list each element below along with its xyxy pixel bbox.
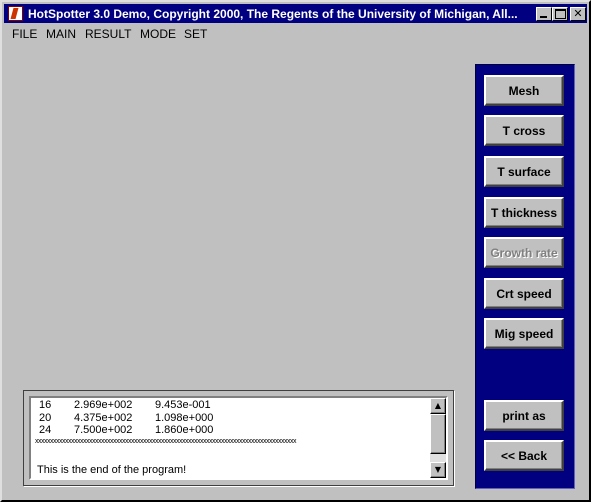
output-cell: 4.375e+002 <box>74 411 133 424</box>
output-cell: 9.453e-001 <box>155 399 211 411</box>
scroll-up-button[interactable]: ▲ <box>430 398 446 414</box>
print-as-button[interactable]: print as <box>484 400 564 431</box>
output-row: 24 7.500e+002 1.860e+000 <box>35 424 425 437</box>
output-cell: 1.860e+000 <box>155 424 214 436</box>
title-bar[interactable]: HotSpotter 3.0 Demo, Copyright 2000, The… <box>4 4 587 23</box>
menu-mode[interactable]: MODE <box>140 27 176 41</box>
growth-rate-button[interactable]: Growth rate <box>484 237 564 268</box>
output-scrollbar[interactable]: ▲ ▼ <box>430 398 446 478</box>
output-row: 16 2.969e+002 9.453e-001 <box>35 399 425 412</box>
output-cell: 1.098e+000 <box>155 411 214 424</box>
t-cross-button[interactable]: T cross <box>484 115 564 146</box>
matlab-icon[interactable] <box>8 6 23 21</box>
minimize-button[interactable] <box>536 7 552 21</box>
arrow-up-icon: ▲ <box>434 401 442 410</box>
maximize-icon <box>553 8 567 20</box>
t-surface-button[interactable]: T surface <box>484 156 564 187</box>
menu-bar: FILE MAIN RESULT MODE SET <box>4 24 587 42</box>
end-message: This is the end of the program! <box>37 464 187 476</box>
main-window: HotSpotter 3.0 Demo, Copyright 2000, The… <box>0 0 591 502</box>
output-lines: 16 2.969e+002 9.453e-001 20 4.375e+002 1… <box>35 399 425 447</box>
output-cell: 24 <box>39 424 52 436</box>
close-icon: ✕ <box>573 7 583 20</box>
output-separator: xxxxxxxxxxxxxxxxxxxxxxxxxxxxxxxxxxxxxxxx… <box>35 437 297 445</box>
output-cell: 7.500e+002 <box>74 424 133 436</box>
output-cell: 16 <box>39 399 52 411</box>
menu-set[interactable]: SET <box>184 27 207 41</box>
back-button[interactable]: << Back <box>484 440 564 471</box>
output-row: 20 4.375e+002 1.098e+000 <box>35 412 425 425</box>
mig-speed-button[interactable]: Mig speed <box>484 318 564 349</box>
minimize-icon <box>537 8 551 20</box>
scroll-thumb[interactable] <box>430 414 446 454</box>
menu-file[interactable]: FILE <box>12 27 37 41</box>
window-title: HotSpotter 3.0 Demo, Copyright 2000, The… <box>28 7 518 21</box>
output-cell: 2.969e+002 <box>74 399 133 411</box>
output-cell: 20 <box>39 411 52 424</box>
menu-result[interactable]: RESULT <box>85 27 131 41</box>
scroll-down-button[interactable]: ▼ <box>430 462 446 478</box>
menu-main[interactable]: MAIN <box>46 27 76 41</box>
mesh-button[interactable]: Mesh <box>484 75 564 106</box>
output-listbox[interactable]: 16 2.969e+002 9.453e-001 20 4.375e+002 1… <box>29 396 448 480</box>
arrow-down-icon: ▼ <box>434 465 442 474</box>
close-button[interactable]: ✕ <box>570 7 586 21</box>
control-panel: Mesh T cross T surface T thickness Growt… <box>475 64 575 489</box>
crt-speed-button[interactable]: Crt speed <box>484 278 564 309</box>
maximize-button[interactable] <box>552 7 568 21</box>
t-thickness-button[interactable]: T thickness <box>484 197 564 228</box>
